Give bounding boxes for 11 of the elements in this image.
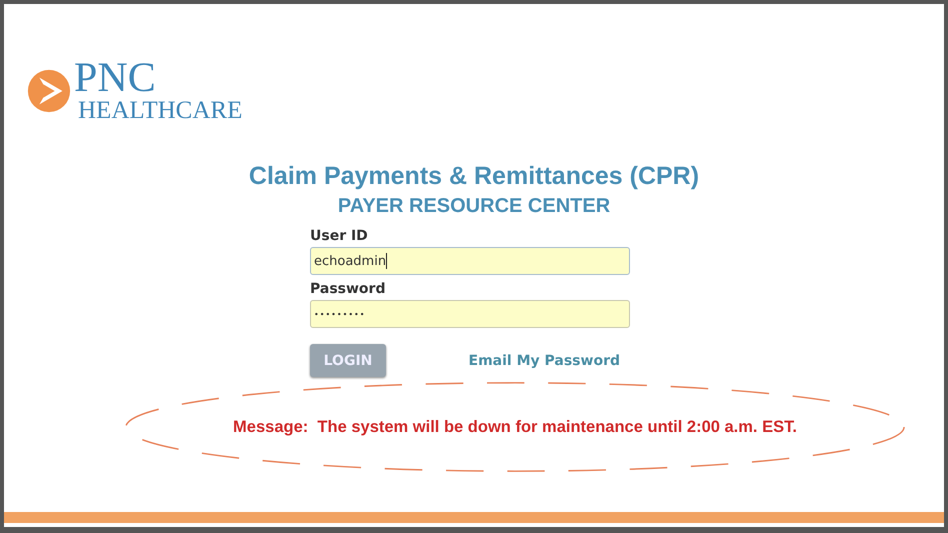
field-label: Password (310, 281, 386, 297)
logo-subtitle: HEALTHCARE (78, 98, 242, 124)
logo-icon (26, 68, 72, 114)
maintenance-message: Message: The system will be down for maintenance until 2:00 a.m. EST. (233, 418, 797, 436)
field-label: User ID (310, 228, 368, 244)
page-subtitle: PAYER RESOURCE CENTER (338, 195, 610, 218)
input-field[interactable]: ••••••••• (310, 300, 630, 328)
logo-brand: PNC (74, 58, 156, 98)
email-password-link[interactable]: Email My Password (468, 352, 620, 368)
input-field[interactable]: echoadmin (310, 247, 630, 275)
page-title: Claim Payments & Remittances (CPR) (248, 162, 700, 191)
